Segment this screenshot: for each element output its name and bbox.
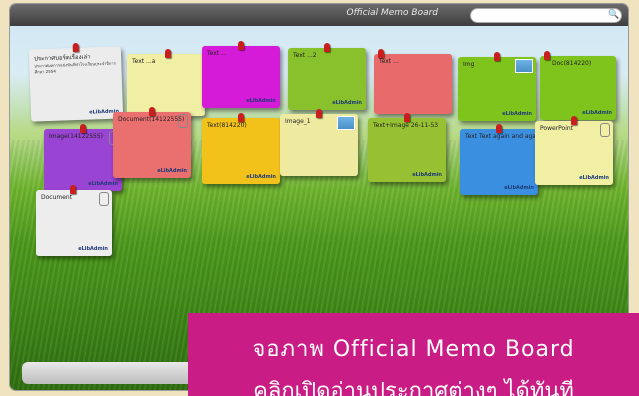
memo-note[interactable]: Text Text again and again eLibAdmin: [460, 124, 542, 195]
memo-note[interactable]: ประกาศบอร์ดเรื่องเล่า ประกาศผลการแข่งขัน…: [28, 42, 124, 122]
note-author: eLibAdmin: [246, 174, 276, 180]
note-title: Text ...: [379, 58, 399, 65]
memo-note[interactable]: Image_1: [280, 109, 358, 176]
caption-banner: จอภาพ Official Memo Board คลิกเปิดอ่านปร…: [188, 313, 639, 396]
note-title: Text ...2: [293, 52, 317, 59]
memo-note[interactable]: Text(814220) eLibAdmin: [202, 113, 280, 184]
note-author: eLibAdmin: [504, 185, 534, 191]
search-input[interactable]: 🔍: [470, 8, 622, 23]
paperclip-icon: [99, 192, 109, 206]
note-body: ประกาศผลการแข่งขันกีฬาโรงเรียนประจำปีการ…: [34, 60, 116, 75]
memo-note[interactable]: Document(14122555) eLibAdmin: [113, 107, 191, 178]
memo-note[interactable]: Text ...: [374, 49, 452, 114]
note-title: Document(14122555): [118, 116, 185, 123]
note-author: eLibAdmin: [582, 110, 612, 116]
pushpin-icon: [238, 41, 244, 50]
pushpin-icon: [571, 116, 577, 125]
note-author: eLibAdmin: [246, 98, 276, 104]
top-toolbar: Official Memo Board 🔍: [10, 4, 628, 26]
image-thumbnail-icon: [515, 59, 533, 73]
pushpin-icon: [238, 113, 244, 122]
caption-line-2: คลิกเปิดอ่านประกาศต่างๆ ได้ทันที: [253, 379, 574, 396]
note-author: eLibAdmin: [78, 246, 108, 252]
pushpin-icon: [72, 42, 79, 53]
board-title: Official Memo Board: [346, 8, 438, 18]
pushpin-icon: [496, 124, 502, 133]
note-title: Img: [463, 61, 475, 68]
note-title: Text+Image 26-11-53: [373, 122, 439, 129]
search-icon[interactable]: 🔍: [608, 10, 619, 20]
note-title: Image_1: [285, 118, 311, 125]
note-author: eLibAdmin: [157, 168, 187, 174]
memo-note[interactable]: Text+Image 26-11-53 eLibAdmin: [368, 113, 446, 182]
pushpin-icon: [70, 185, 76, 194]
pushpin-icon: [80, 124, 86, 133]
memo-note[interactable]: Image(14122555) eLibAdmin: [44, 124, 122, 191]
note-author: eLibAdmin: [332, 100, 362, 106]
pushpin-icon: [316, 109, 322, 118]
note-title: Document: [41, 194, 73, 201]
note-author: eLibAdmin: [579, 175, 609, 181]
memo-note[interactable]: PowerPoint eLibAdmin: [535, 116, 613, 185]
pushpin-icon: [404, 113, 410, 122]
note-author: eLibAdmin: [412, 172, 442, 178]
note-title: Doc(814220): [552, 60, 592, 67]
pushpin-icon: [324, 43, 330, 52]
pushpin-icon: [165, 49, 171, 58]
note-title: PowerPoint: [540, 125, 574, 132]
pushpin-icon: [378, 49, 384, 58]
pushpin-icon: [149, 107, 155, 116]
note-title: Text(814220): [207, 122, 247, 129]
pushpin-icon: [494, 52, 500, 61]
memo-note[interactable]: Img eLibAdmin: [458, 52, 536, 121]
paperclip-icon: [600, 123, 610, 137]
image-thumbnail-icon: [337, 116, 355, 130]
pushpin-icon: [544, 51, 550, 60]
note-title: Text ...a: [132, 58, 156, 65]
memo-note[interactable]: Text ... eLibAdmin: [202, 41, 280, 108]
note-author: eLibAdmin: [88, 181, 118, 187]
screenshot-frame: Official Memo Board 🔍 ประกาศบอร์ดเรื่องเ…: [0, 0, 639, 396]
memo-note[interactable]: Text ...a: [127, 49, 205, 116]
note-title: Text Text again and again: [465, 133, 542, 140]
note-author: eLibAdmin: [502, 111, 532, 117]
memo-note[interactable]: Document eLibAdmin: [36, 185, 112, 256]
caption-line-1: จอภาพ Official Memo Board: [252, 337, 575, 362]
note-title: Text ...: [207, 50, 227, 57]
memo-note[interactable]: Text ...2 eLibAdmin: [288, 43, 366, 110]
memo-note[interactable]: Doc(814220) eLibAdmin: [540, 51, 616, 120]
note-title: Image(14122555): [49, 133, 104, 140]
